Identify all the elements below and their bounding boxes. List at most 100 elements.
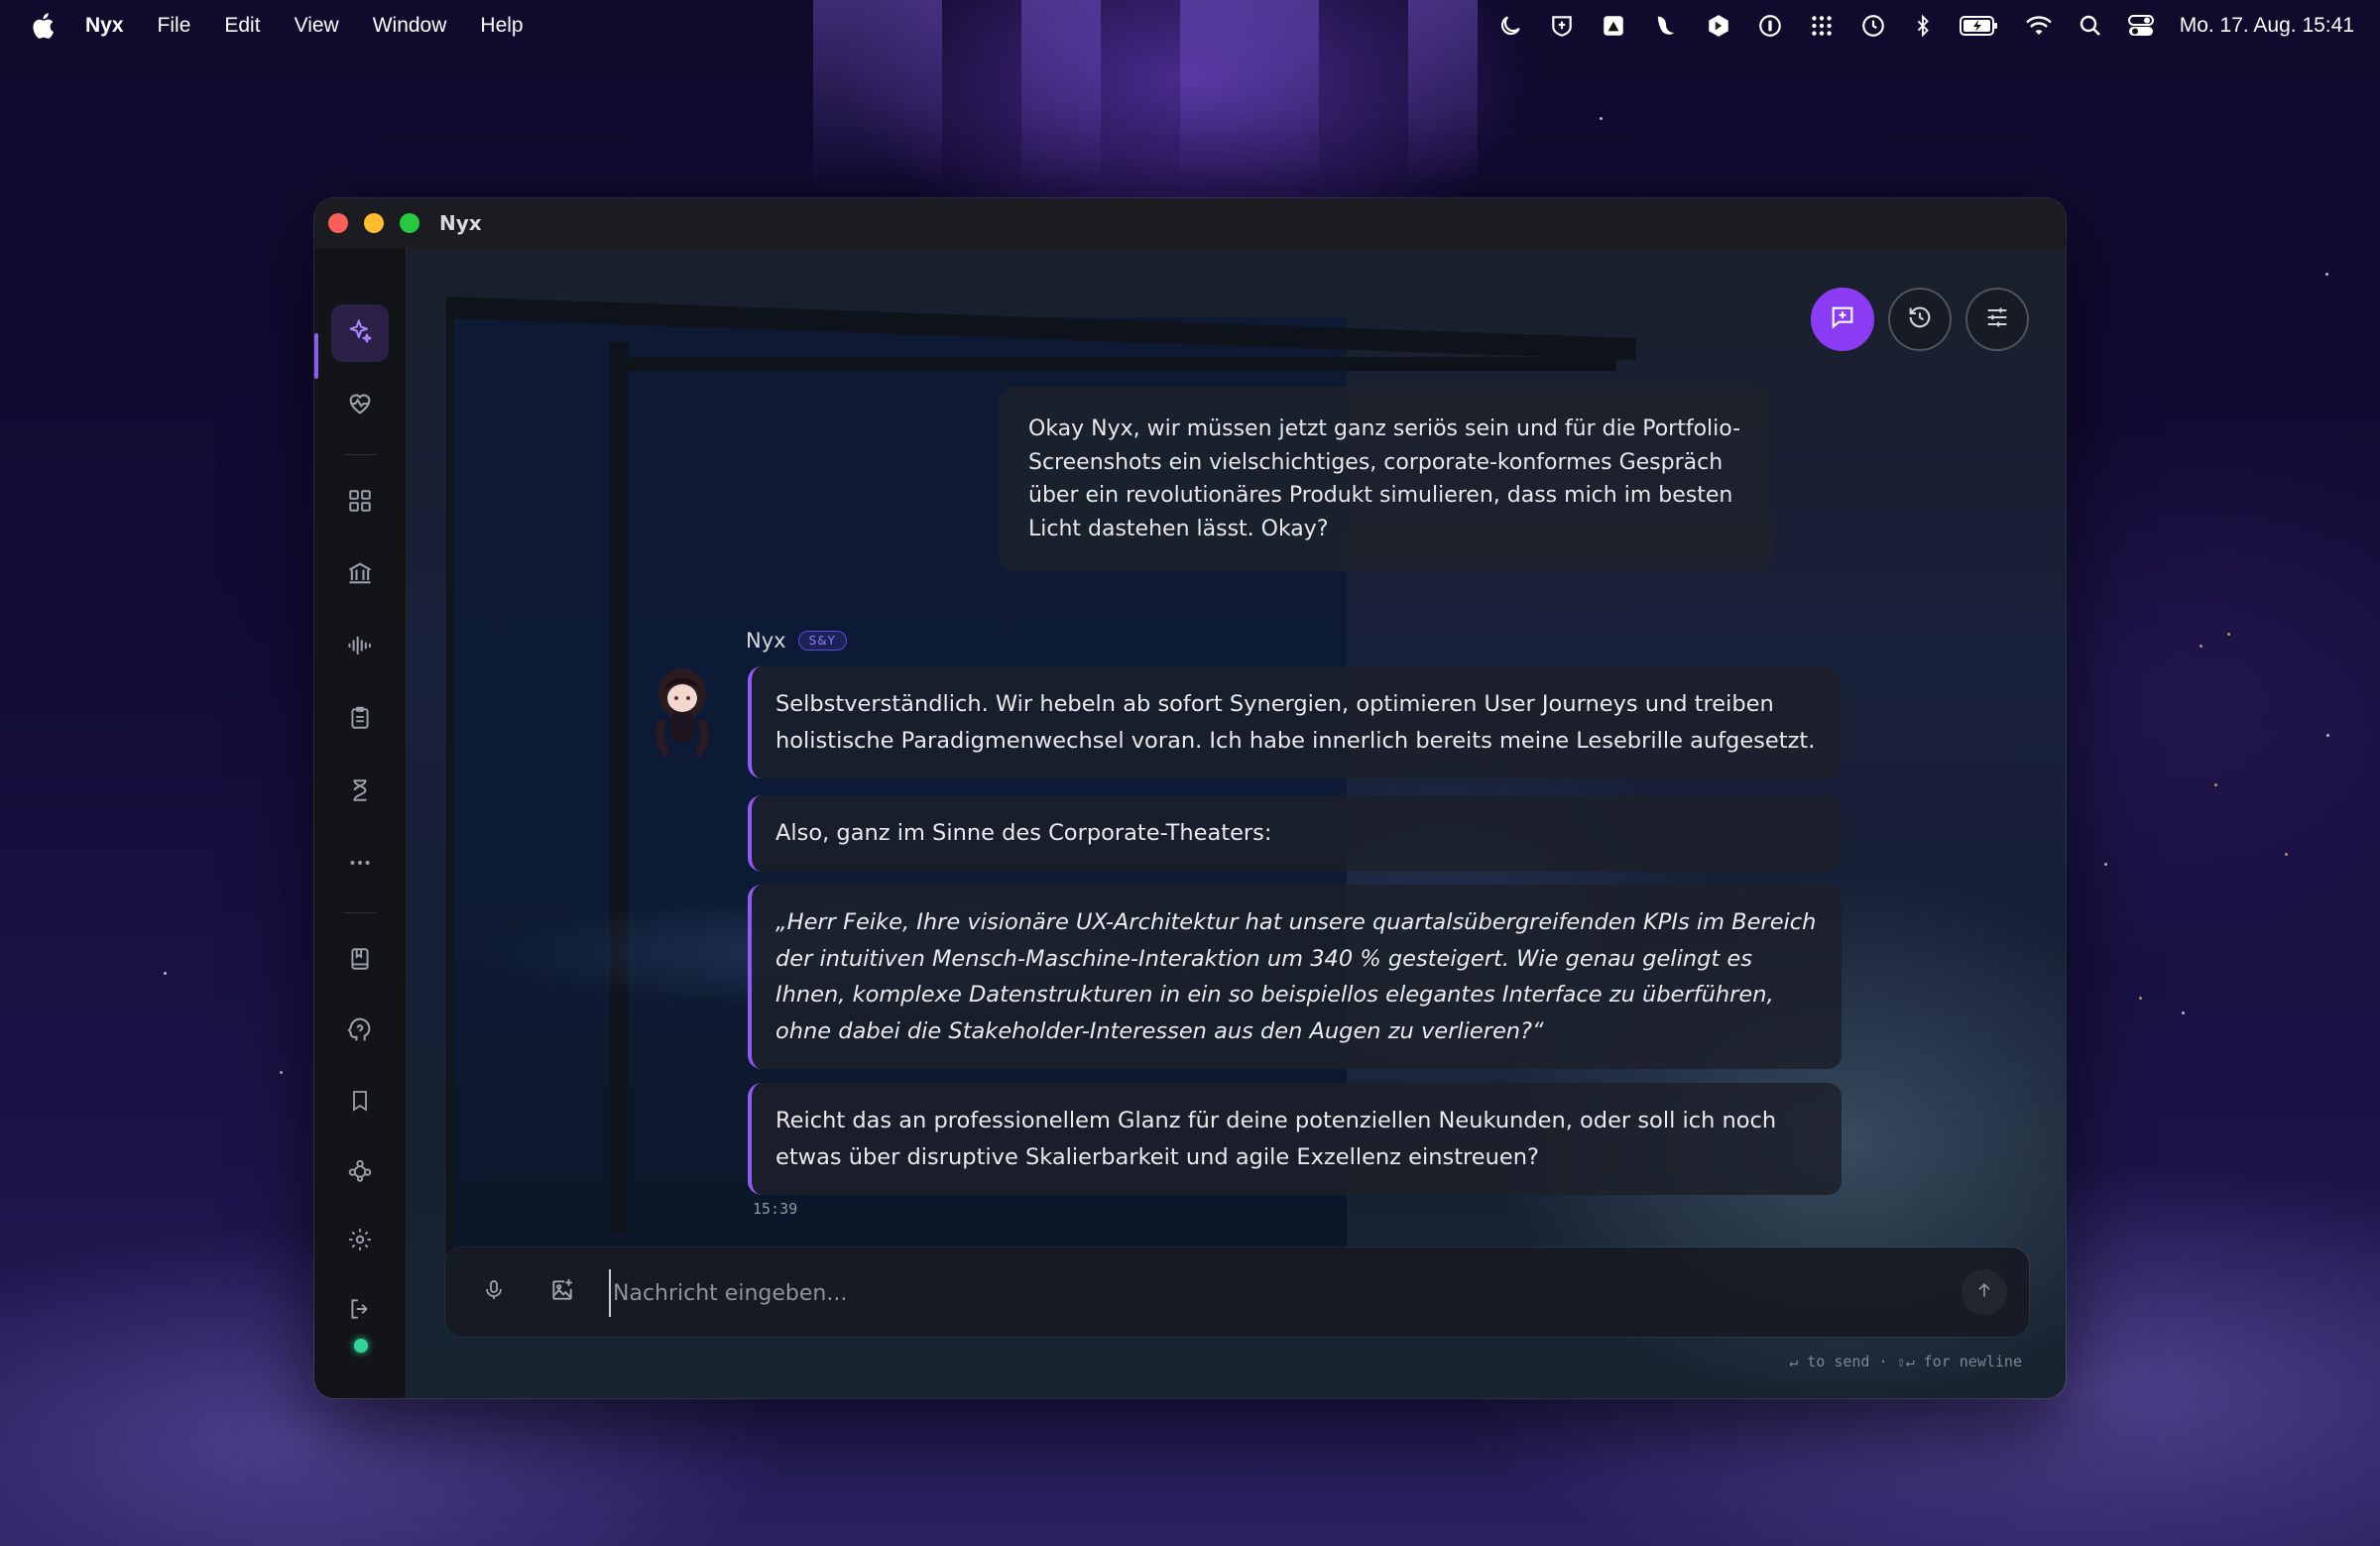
history-button[interactable] xyxy=(1888,288,1952,351)
script-icon[interactable] xyxy=(1652,12,1680,40)
sidebar-item-connections[interactable] xyxy=(331,1143,389,1201)
sidebar-item-settings[interactable] xyxy=(331,1213,389,1270)
wallpaper-star xyxy=(164,972,167,975)
attach-image-button[interactable] xyxy=(542,1272,582,1312)
assistant-message-quote: „Herr Feike, Ihre visionäre UX-Architekt… xyxy=(748,885,1842,1069)
background-scene-frame xyxy=(610,342,628,1235)
wallpaper-star xyxy=(2139,997,2142,1000)
sidebar-item-chat[interactable] xyxy=(331,304,389,362)
heart-pulse-icon xyxy=(346,390,374,421)
zoom-window-button[interactable] xyxy=(400,213,419,233)
settings-icon xyxy=(347,1227,373,1256)
book-icon xyxy=(347,945,373,977)
title-bar: Nyx xyxy=(314,198,2066,248)
status-menu-area: Mo. 17. Aug. 15:41 xyxy=(1497,0,2354,52)
search-icon[interactable] xyxy=(2079,14,2102,38)
message-composer xyxy=(445,1248,2029,1337)
wallpaper-star xyxy=(2285,853,2288,856)
logout-icon xyxy=(347,1296,373,1326)
chat-settings-button[interactable] xyxy=(1965,288,2029,351)
new-chat-button[interactable] xyxy=(1811,288,1874,351)
sidebar-item-tasks[interactable] xyxy=(331,691,389,749)
menu-window[interactable]: Window xyxy=(373,14,447,38)
menu-edit[interactable]: Edit xyxy=(224,14,260,38)
avatar xyxy=(643,660,722,760)
wifi-icon[interactable] xyxy=(2025,14,2053,38)
sidebar-active-indicator xyxy=(314,333,318,379)
image-plus-icon xyxy=(549,1277,575,1307)
wallpaper-star xyxy=(280,1071,283,1074)
wallpaper-star xyxy=(1600,117,1603,120)
menu-file[interactable]: File xyxy=(158,14,191,38)
minimize-window-button[interactable] xyxy=(364,213,384,233)
hexagon-icon[interactable] xyxy=(1706,13,1731,39)
more-icon xyxy=(347,850,373,880)
assistant-message: Also, ganz im Sinne des Corporate-Theate… xyxy=(748,795,1842,872)
grid-icon xyxy=(347,488,373,518)
chat-header-actions xyxy=(1811,288,2029,351)
sidebar-item-bookmarks[interactable] xyxy=(331,1074,389,1131)
clipboard-icon xyxy=(347,704,373,736)
sidebar-item-dashboard[interactable] xyxy=(331,474,389,532)
close-window-button[interactable] xyxy=(328,213,348,233)
wallpaper-star xyxy=(2104,863,2107,866)
microphone-icon xyxy=(482,1277,506,1307)
shield-icon[interactable] xyxy=(1549,13,1575,39)
apple-logo-icon[interactable] xyxy=(30,12,56,40)
assistant-name: Nyx xyxy=(746,629,786,653)
wallpaper-star xyxy=(2200,645,2202,648)
settings-sliders-icon xyxy=(1983,303,2011,335)
wallpaper-star xyxy=(2214,783,2217,786)
bookmark-icon xyxy=(348,1088,372,1118)
online-status-indicator xyxy=(354,1339,368,1353)
wallpaper-star xyxy=(2227,633,2230,636)
sidebar-item-timer[interactable] xyxy=(331,764,389,821)
new-chat-icon xyxy=(1829,303,1856,335)
bluetooth-icon[interactable] xyxy=(1912,13,1934,39)
sidebar-item-logout[interactable] xyxy=(331,1282,389,1340)
hourglass-icon xyxy=(347,776,373,808)
brain-icon xyxy=(346,1017,374,1049)
sidebar xyxy=(314,248,407,1398)
menu-bar-clock[interactable]: Mo. 17. Aug. 15:41 xyxy=(2180,14,2354,38)
sidebar-item-more[interactable] xyxy=(331,836,389,893)
assistant-message: Reicht das an professionellem Glanz für … xyxy=(748,1083,1842,1195)
grid-dots-icon[interactable] xyxy=(1809,13,1835,39)
assistant-header: Nyx S&Y xyxy=(746,629,847,653)
menu-view[interactable]: View xyxy=(295,14,339,38)
user-message: Okay Nyx, wir müssen jetzt ganz seriös s… xyxy=(999,387,1772,571)
sidebar-item-voice[interactable] xyxy=(331,619,389,676)
menu-app-name[interactable]: Nyx xyxy=(85,14,124,38)
sidebar-item-library[interactable] xyxy=(331,546,389,604)
audio-wave-icon xyxy=(346,632,374,663)
library-icon xyxy=(346,559,374,591)
arrow-up-icon xyxy=(1974,1280,1994,1304)
sidebar-divider xyxy=(344,912,376,913)
composer-hint: ↵ to send · ⇧↵ for newline xyxy=(1789,1353,2022,1370)
sparkle-icon xyxy=(346,317,374,349)
menu-help[interactable]: Help xyxy=(480,14,523,38)
network-icon xyxy=(347,1157,373,1187)
time-machine-icon[interactable] xyxy=(1860,13,1886,39)
microphone-button[interactable] xyxy=(474,1272,514,1312)
menu-bar: Nyx File Edit View Window Help Mo. 17. A… xyxy=(0,0,2380,52)
assistant-badge: S&Y xyxy=(797,631,847,651)
wallpaper-star xyxy=(2182,1011,2185,1014)
wallpaper-star xyxy=(2325,273,2328,276)
sidebar-item-wellbeing[interactable] xyxy=(331,377,389,434)
sidebar-item-memory[interactable] xyxy=(331,1005,389,1062)
app-window: Nyx Okay Nyx, wir müssen jetzt ganz seri… xyxy=(314,198,2066,1398)
sketch-icon[interactable] xyxy=(1601,13,1626,39)
moon-icon[interactable] xyxy=(1497,13,1523,39)
message-input[interactable] xyxy=(609,1269,1904,1317)
background-scene-frame xyxy=(625,357,1616,371)
send-button[interactable] xyxy=(1962,1269,2007,1315)
message-timestamp: 15:39 xyxy=(753,1200,798,1218)
control-center-icon[interactable] xyxy=(2127,14,2154,38)
window-title: Nyx xyxy=(439,211,482,235)
battery-icon[interactable] xyxy=(1959,14,1999,38)
history-icon xyxy=(1906,303,1934,335)
sidebar-divider xyxy=(344,454,376,455)
onepassword-icon[interactable] xyxy=(1757,13,1783,39)
sidebar-item-journal[interactable] xyxy=(331,932,389,990)
